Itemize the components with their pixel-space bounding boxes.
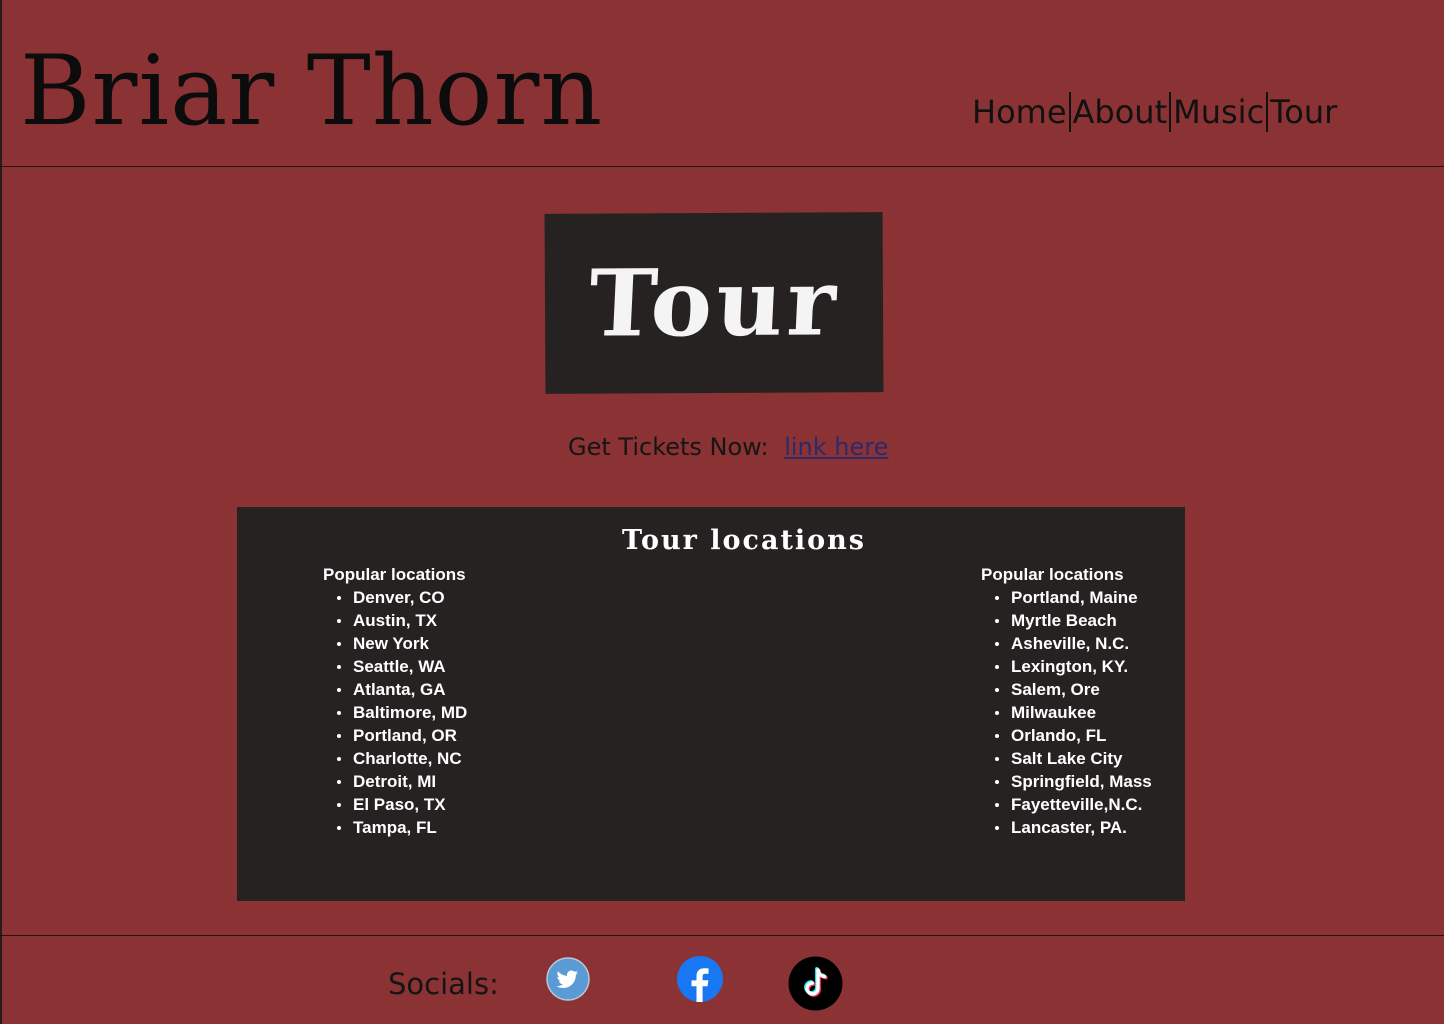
twitter-icon[interactable] [546,957,590,1001]
tour-locations-panel: Tour locations Popular locations Denver,… [237,507,1185,901]
location-item: Lancaster, PA. [995,816,1152,839]
socials-label: Socials: [388,967,499,1001]
nav-music[interactable]: Music [1171,92,1266,132]
location-item: Salt Lake City [995,747,1152,770]
location-item: Lexington, KY. [995,655,1152,678]
location-item: Denver, CO [337,586,467,609]
site-header: Briar Thorn Home About Music Tour [0,0,1444,167]
main-nav: Home About Music Tour [970,92,1339,132]
tickets-line: Get Tickets Now: link here [568,431,888,463]
location-item: Orlando, FL [995,724,1152,747]
location-item: Asheville, N.C. [995,632,1152,655]
site-footer: Socials: [0,935,1444,1024]
location-item: El Paso, TX [337,793,467,816]
locations-column-right: Popular locations Portland, Maine Myrtle… [981,563,1152,839]
location-item: Baltimore, MD [337,701,467,724]
locations-column-title: Popular locations [981,565,1124,584]
location-item: Springfield, Mass [995,770,1152,793]
tour-title-banner: Tour [544,212,884,394]
location-item: Detroit, MI [337,770,467,793]
location-item: Portland, OR [337,724,467,747]
nav-home[interactable]: Home [970,92,1069,132]
tickets-link[interactable]: link here [784,433,888,461]
location-item: Myrtle Beach [995,609,1152,632]
locations-list: Portland, Maine Myrtle Beach Asheville, … [981,586,1152,839]
nav-about[interactable]: About [1071,92,1170,132]
location-item: Tampa, FL [337,816,467,839]
site-brand[interactable]: Briar Thorn [20,36,603,146]
locations-column-left: Popular locations Denver, CO Austin, TX … [323,563,467,839]
nav-tour[interactable]: Tour [1268,92,1339,132]
tiktok-icon[interactable] [788,956,843,1011]
location-item: Atlanta, GA [337,678,467,701]
location-item: Austin, TX [337,609,467,632]
locations-column-title: Popular locations [323,565,466,584]
locations-list: Denver, CO Austin, TX New York Seattle, … [323,586,467,839]
location-item: New York [337,632,467,655]
location-item: Salem, Ore [995,678,1152,701]
facebook-icon[interactable] [677,956,723,1002]
page-title: Tour [586,248,842,358]
location-item: Seattle, WA [337,655,467,678]
tickets-label: Get Tickets Now: [568,433,769,461]
tour-locations-heading: Tour locations [621,525,867,556]
location-item: Portland, Maine [995,586,1152,609]
location-item: Charlotte, NC [337,747,467,770]
location-item: Fayetteville,N.C. [995,793,1152,816]
location-item: Milwaukee [995,701,1152,724]
